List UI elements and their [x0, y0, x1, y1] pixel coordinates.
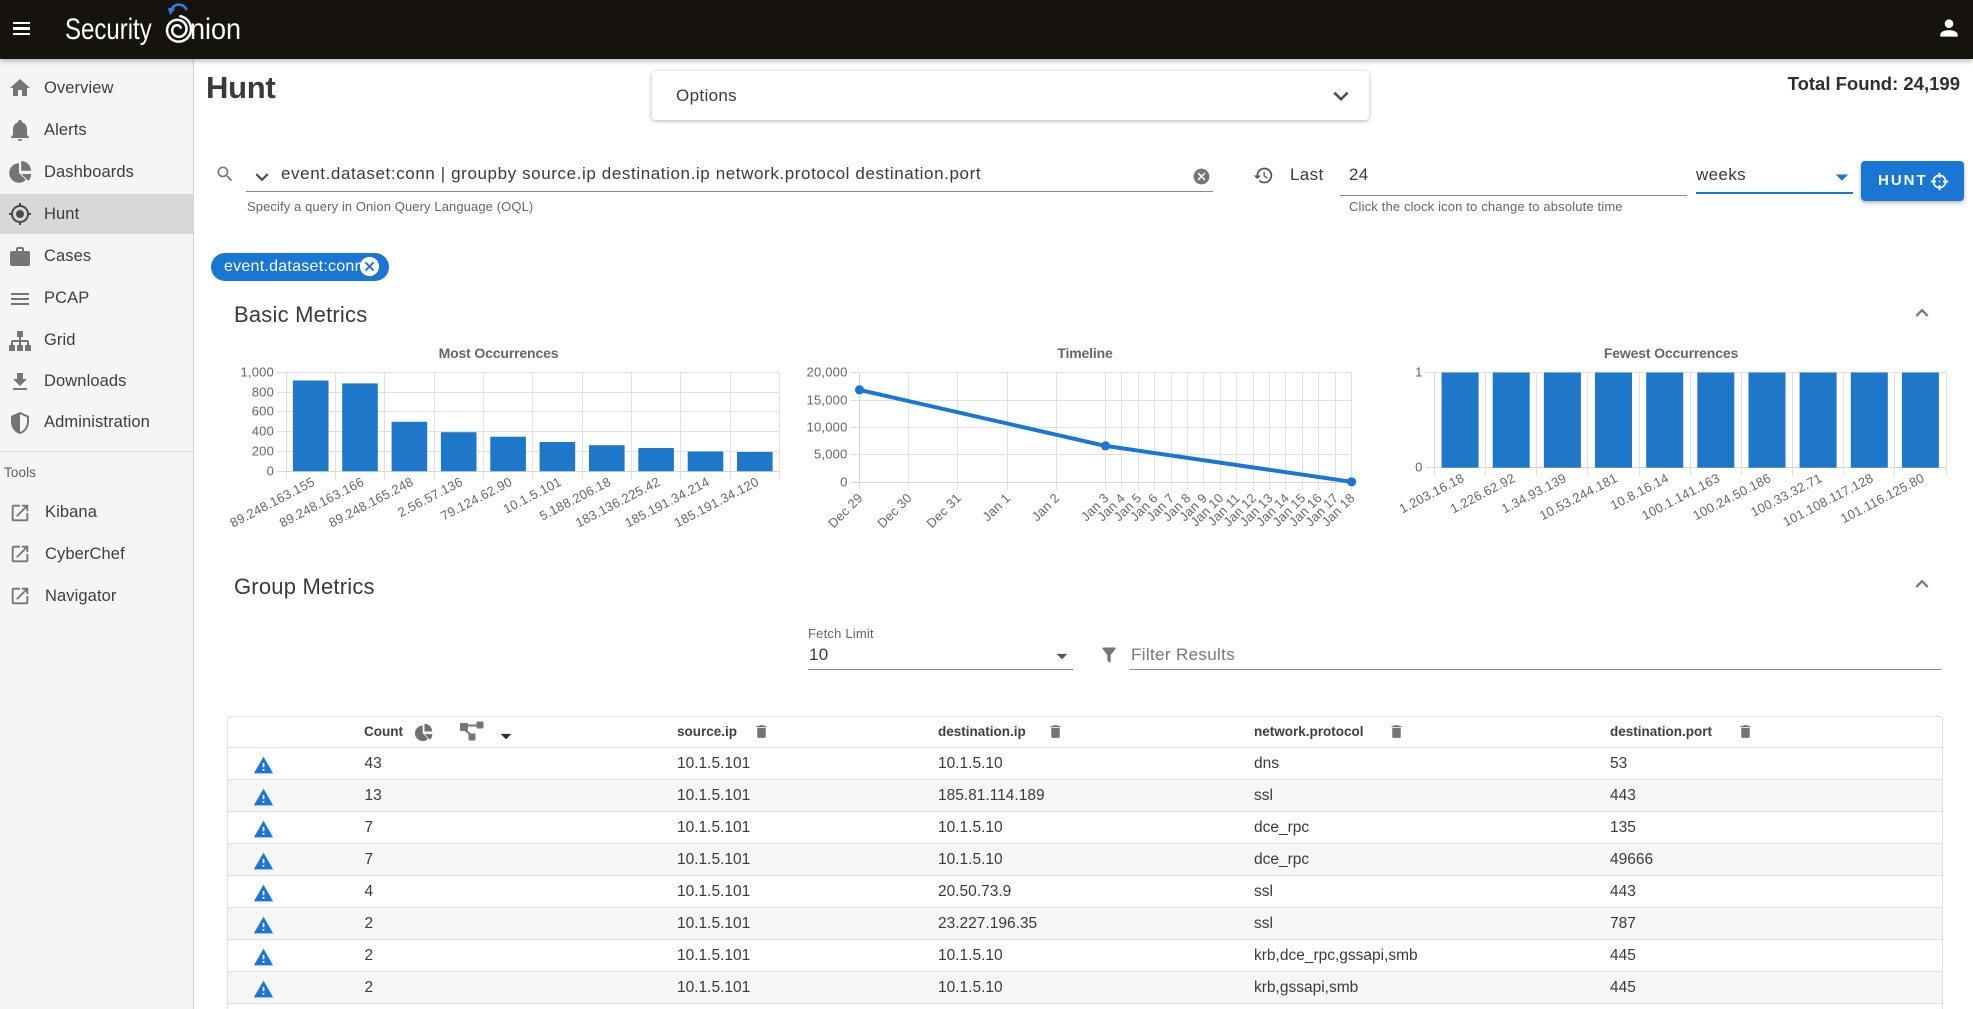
- svg-text:20,000: 20,000: [807, 365, 848, 380]
- svg-text:Dec 30: Dec 30: [874, 490, 915, 531]
- svg-text:800: 800: [252, 385, 274, 400]
- svg-text:1,000: 1,000: [240, 365, 274, 380]
- svg-text:Dec 31: Dec 31: [923, 490, 964, 531]
- svg-text:400: 400: [252, 424, 274, 439]
- svg-text:0: 0: [1415, 460, 1422, 475]
- svg-text:Jan 1: Jan 1: [979, 490, 1013, 524]
- svg-text:Dec 29: Dec 29: [825, 490, 866, 531]
- svg-text:185.191.34.120: 185.191.34.120: [672, 474, 762, 530]
- svg-text:Most Occurrences: Most Occurrences: [439, 345, 559, 361]
- svg-text:1: 1: [1415, 365, 1422, 380]
- svg-text:5,000: 5,000: [814, 447, 848, 462]
- svg-text:15,000: 15,000: [807, 393, 848, 408]
- svg-text:10,000: 10,000: [807, 420, 848, 435]
- svg-text:Jan 2: Jan 2: [1029, 490, 1063, 524]
- svg-text:600: 600: [252, 404, 274, 419]
- svg-text:0: 0: [267, 464, 274, 479]
- svg-text:200: 200: [252, 444, 274, 459]
- svg-text:Timeline: Timeline: [1057, 345, 1113, 361]
- svg-text:0: 0: [840, 475, 847, 490]
- svg-text:Fewest Occurrences: Fewest Occurrences: [1604, 345, 1739, 361]
